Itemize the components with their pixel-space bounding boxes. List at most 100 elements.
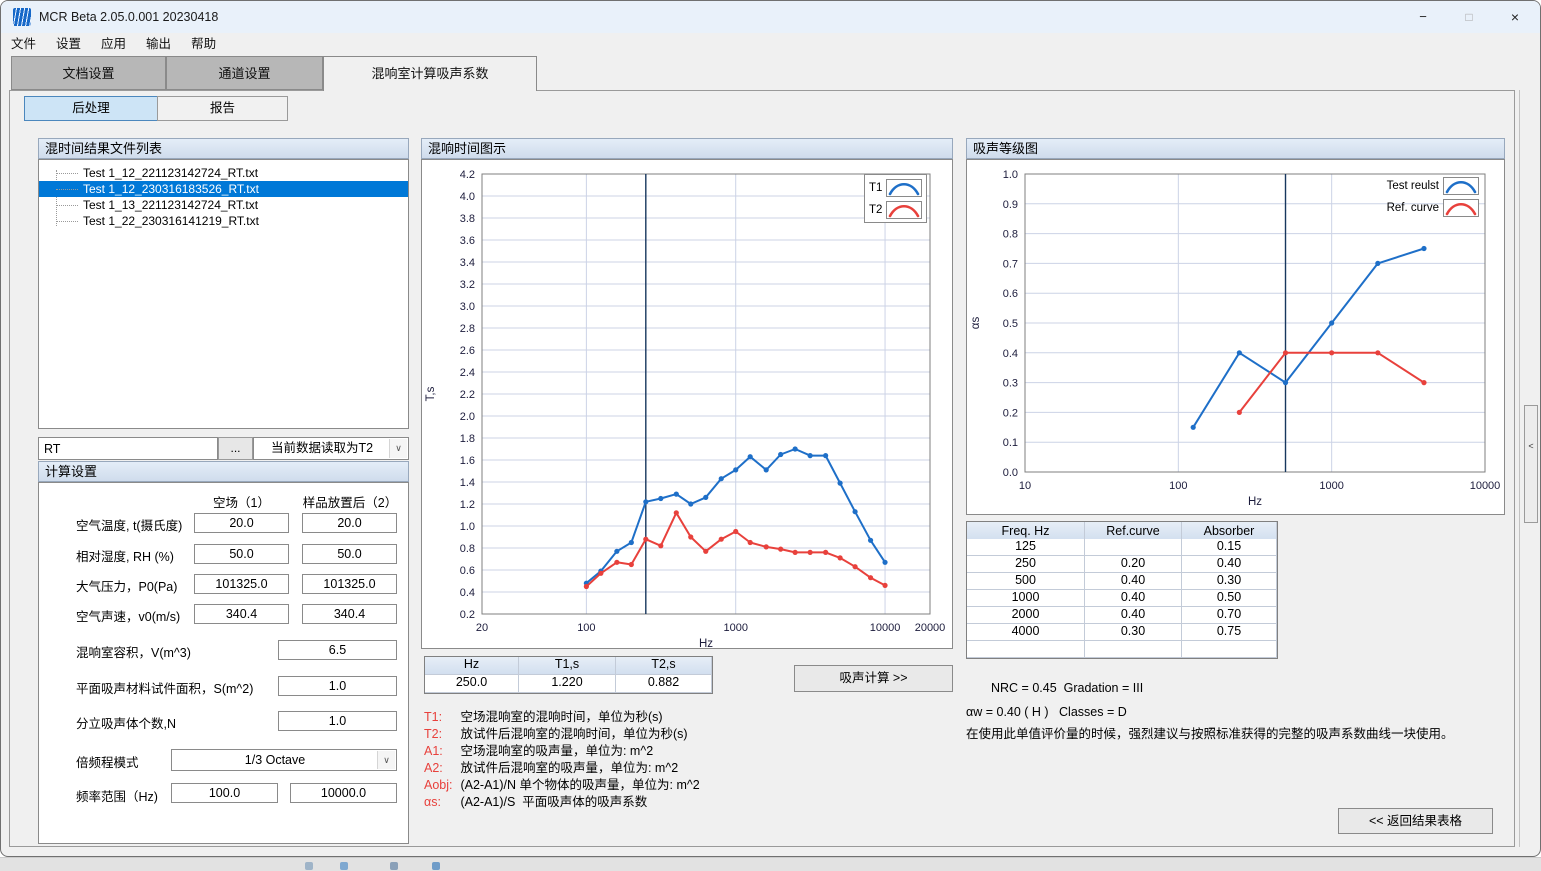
room-volume-field[interactable]	[278, 640, 397, 660]
svg-text:1.0: 1.0	[460, 521, 475, 533]
tree-stub	[56, 221, 78, 222]
file-list-item[interactable]: Test 1_12_221123142724_RT.txt	[39, 165, 408, 181]
grade-table-cell-r4-c1: 1000	[967, 590, 1085, 607]
tab-report[interactable]: 报告	[157, 96, 288, 121]
svg-text:10000: 10000	[1470, 480, 1501, 492]
svg-text:0.2: 0.2	[460, 609, 475, 621]
menu-item-3[interactable]: 应用	[91, 33, 136, 56]
file-list-item[interactable]: Test 1_22_230316141219_RT.txt	[39, 213, 408, 229]
legend-item-T2: T2	[869, 200, 922, 219]
menu-item-2[interactable]: 设置	[46, 33, 91, 56]
chevron-down-icon[interactable]: ∨	[377, 751, 395, 769]
freq-range-label: 频率范围（Hz)	[76, 786, 158, 805]
sound-speed-1-field[interactable]	[194, 604, 289, 624]
absorption-compute-button[interactable]: 吸声计算 >>	[794, 665, 953, 692]
absorber-count-field[interactable]	[278, 711, 397, 731]
svg-text:0.8: 0.8	[1003, 229, 1018, 241]
tab-postprocess[interactable]: 后处理	[24, 96, 158, 121]
file-list-item[interactable]: Test 1_12_230316183526_RT.txt	[39, 181, 408, 197]
freq-range-to-field[interactable]	[290, 783, 397, 803]
rt-cursor-table: Hz T1,s T2,s 250.0 1.220 0.882	[424, 656, 713, 694]
grade-table-cell-r3-c3: 0.30	[1182, 573, 1277, 590]
note-key: T1:	[424, 709, 457, 726]
single-value-advice: 在使用此单值评价量的时候，强烈建议与按照标准获得的完整的吸声系数曲线一块使用。	[966, 723, 1506, 742]
note-text: (A2-A1)/S 平面吸声体的吸声系数	[457, 795, 647, 809]
menu-item-5[interactable]: 帮助	[181, 33, 226, 56]
close-button[interactable]: ×	[1490, 1, 1540, 33]
svg-text:2.6: 2.6	[460, 345, 475, 357]
data-read-dropdown[interactable]: 当前数据读取为T2 ∨	[253, 437, 409, 460]
chevron-down-icon[interactable]: ∨	[389, 439, 407, 458]
svg-text:3.6: 3.6	[460, 235, 475, 247]
svg-text:100: 100	[1169, 480, 1187, 492]
humidity-2-field[interactable]	[302, 544, 397, 564]
svg-text:αs: αs	[970, 317, 982, 330]
tab-main-3[interactable]: 混响室计算吸声系数	[323, 56, 537, 91]
svg-text:3.2: 3.2	[460, 279, 475, 291]
browse-button[interactable]: ...	[218, 437, 253, 460]
column-header-empty-room: 空场（1）	[189, 492, 294, 511]
grade-chart-header: 吸声等级图	[966, 138, 1505, 159]
grade-table-cell-r5-c2: 0.40	[1085, 607, 1182, 624]
grade-table-cell-r3-c2: 0.40	[1085, 573, 1182, 590]
rt-chart-box: 0.20.40.60.81.01.21.41.61.82.02.22.42.62…	[421, 159, 953, 649]
legend-label: T1	[869, 182, 882, 194]
rt-table-header-t2: T2,s	[616, 657, 712, 675]
tree-stub	[56, 173, 78, 174]
svg-text:0.6: 0.6	[460, 565, 475, 577]
svg-text:1.4: 1.4	[460, 477, 475, 489]
temperature-2-field[interactable]	[302, 513, 397, 533]
temperature-1-field[interactable]	[194, 513, 289, 533]
file-list-item[interactable]: Test 1_13_221123142724_RT.txt	[39, 197, 408, 213]
note-line-1: T1: 空场混响室的混响时间，单位为秒(s)	[424, 709, 700, 726]
tab-main-2[interactable]: 通道设置	[166, 56, 323, 90]
menu-item-4[interactable]: 输出	[136, 33, 181, 56]
grade-table-cell-r1-c2	[1085, 539, 1182, 556]
grade-table-cell-r2-c1: 250	[967, 556, 1085, 573]
collapse-panel-toggle[interactable]: <	[1524, 441, 1538, 451]
back-to-results-button[interactable]: << 返回结果表格	[1338, 808, 1493, 834]
freq-range-from-field[interactable]	[171, 783, 278, 803]
menu-item-1[interactable]: 文件	[1, 33, 46, 56]
octave-mode-label: 倍频程模式	[76, 752, 139, 771]
rt-chart[interactable]: 0.20.40.60.81.01.21.41.61.82.02.22.42.62…	[422, 160, 954, 650]
svg-text:0.4: 0.4	[460, 587, 475, 599]
svg-text:2.2: 2.2	[460, 389, 475, 401]
maximize-button[interactable]: □	[1448, 1, 1490, 33]
taskbar-icon	[305, 862, 313, 870]
file-name: Test 1_22_230316141219_RT.txt	[83, 214, 259, 228]
taskbar-icon	[340, 862, 348, 870]
calc-settings-header: 计算设置	[38, 461, 409, 482]
result-name-input[interactable]	[38, 437, 218, 460]
svg-text:4.0: 4.0	[460, 191, 475, 203]
svg-text:3.8: 3.8	[460, 213, 475, 225]
svg-text:1.8: 1.8	[460, 433, 475, 445]
legend-item-T1: T1	[869, 178, 922, 197]
note-text: (A2-A1)/N 单个物体的吸声量，单位为: m^2	[457, 778, 700, 792]
absorber-count-label: 分立吸声体个数,N	[76, 713, 176, 732]
note-key: A2:	[424, 760, 457, 777]
menu-bar: 文件设置应用输出帮助	[1, 33, 1540, 56]
right-rail-strip[interactable]	[1524, 405, 1538, 523]
octave-mode-dropdown[interactable]: 1/3 Octave ∨	[171, 749, 397, 771]
octave-mode-value: 1/3 Octave	[172, 750, 396, 771]
curve-swatch-icon	[1443, 177, 1479, 195]
pressure-2-field[interactable]	[302, 574, 397, 594]
humidity-1-field[interactable]	[194, 544, 289, 564]
grade-chart-legend: Test reulstRef. curve	[1353, 176, 1479, 217]
pressure-1-field[interactable]	[194, 574, 289, 594]
humidity-label: 相对湿度, RH (%)	[76, 546, 174, 565]
svg-text:0.1: 0.1	[1003, 437, 1018, 449]
sample-area-field[interactable]	[278, 676, 397, 696]
note-text: 放试件后混响室的吸声量，单位为: m^2	[457, 761, 678, 775]
app-logo-icon	[13, 8, 31, 26]
svg-text:0.9: 0.9	[1003, 199, 1018, 211]
file-list-header: 混时间结果文件列表	[38, 138, 409, 159]
grade-table-cell-r2-c2: 0.20	[1085, 556, 1182, 573]
rt-chart-legend: T1 T2	[864, 174, 927, 223]
sound-speed-2-field[interactable]	[302, 604, 397, 624]
minimize-button[interactable]: −	[1398, 1, 1448, 33]
legend-item-Ref-curve: Ref. curve	[1353, 198, 1479, 217]
tab-main-1[interactable]: 文档设置	[11, 56, 166, 90]
symbol-notes: T1: 空场混响室的混响时间，单位为秒(s)T2: 放试件后混响室的混响时间，单…	[424, 709, 700, 811]
